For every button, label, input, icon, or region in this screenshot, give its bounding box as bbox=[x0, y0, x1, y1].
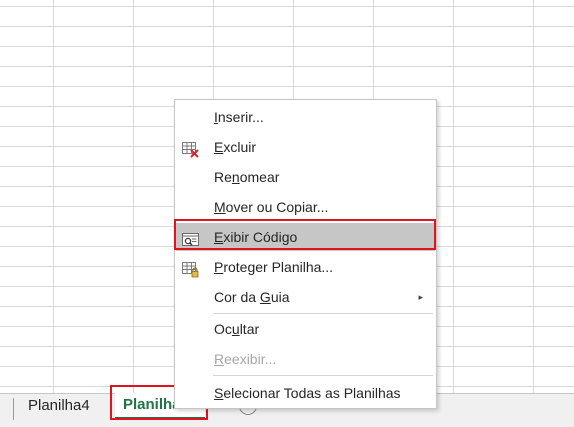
menu-item-label: Cor da Guia bbox=[214, 289, 290, 305]
protect-sheet-icon bbox=[182, 259, 200, 278]
menu-item-label: Proteger Planilha... bbox=[214, 259, 334, 275]
menu-item-excluir[interactable]: Excluir bbox=[176, 133, 435, 161]
menu-item-label: Mover ou Copiar... bbox=[214, 199, 329, 215]
menu-separator bbox=[213, 313, 433, 314]
menu-item-label: Inserir... bbox=[214, 109, 264, 125]
menu-item-ocultar[interactable]: Ocultar bbox=[176, 315, 435, 343]
menu-separator bbox=[213, 375, 433, 376]
menu-item-label: Excluir bbox=[214, 139, 257, 155]
sheet-context-menu: Inserir... Excluir Renomear Mover ou Cop… bbox=[174, 99, 437, 409]
menu-item-renomear[interactable]: Renomear bbox=[176, 163, 435, 191]
menu-item-exibir-codigo[interactable]: Exibir Código bbox=[176, 223, 435, 251]
delete-sheet-icon bbox=[182, 139, 200, 158]
menu-item-proteger-planilha[interactable]: Proteger Planilha... bbox=[176, 253, 435, 281]
tab-separator bbox=[13, 398, 14, 420]
submenu-arrow-icon: ▸ bbox=[418, 292, 423, 302]
menu-item-inserir[interactable]: Inserir... bbox=[176, 103, 435, 131]
view-code-icon bbox=[182, 229, 200, 246]
menu-item-label: Selecionar Todas as Planilhas bbox=[214, 385, 401, 401]
menu-item-selecionar-todas[interactable]: Selecionar Todas as Planilhas bbox=[176, 379, 435, 407]
sheet-tab-planilha4[interactable]: Planilha4 bbox=[20, 394, 98, 421]
menu-item-label: Exibir Código bbox=[214, 229, 298, 245]
menu-item-cor-da-guia[interactable]: Cor da Guia ▸ bbox=[176, 283, 435, 311]
menu-item-mover-ou-copiar[interactable]: Mover ou Copiar... bbox=[176, 193, 435, 221]
menu-item-reexibir: Reexibir... bbox=[176, 345, 435, 373]
menu-item-label: Renomear bbox=[214, 169, 280, 185]
menu-item-label: Ocultar bbox=[214, 321, 260, 337]
menu-item-label: Reexibir... bbox=[214, 351, 277, 367]
